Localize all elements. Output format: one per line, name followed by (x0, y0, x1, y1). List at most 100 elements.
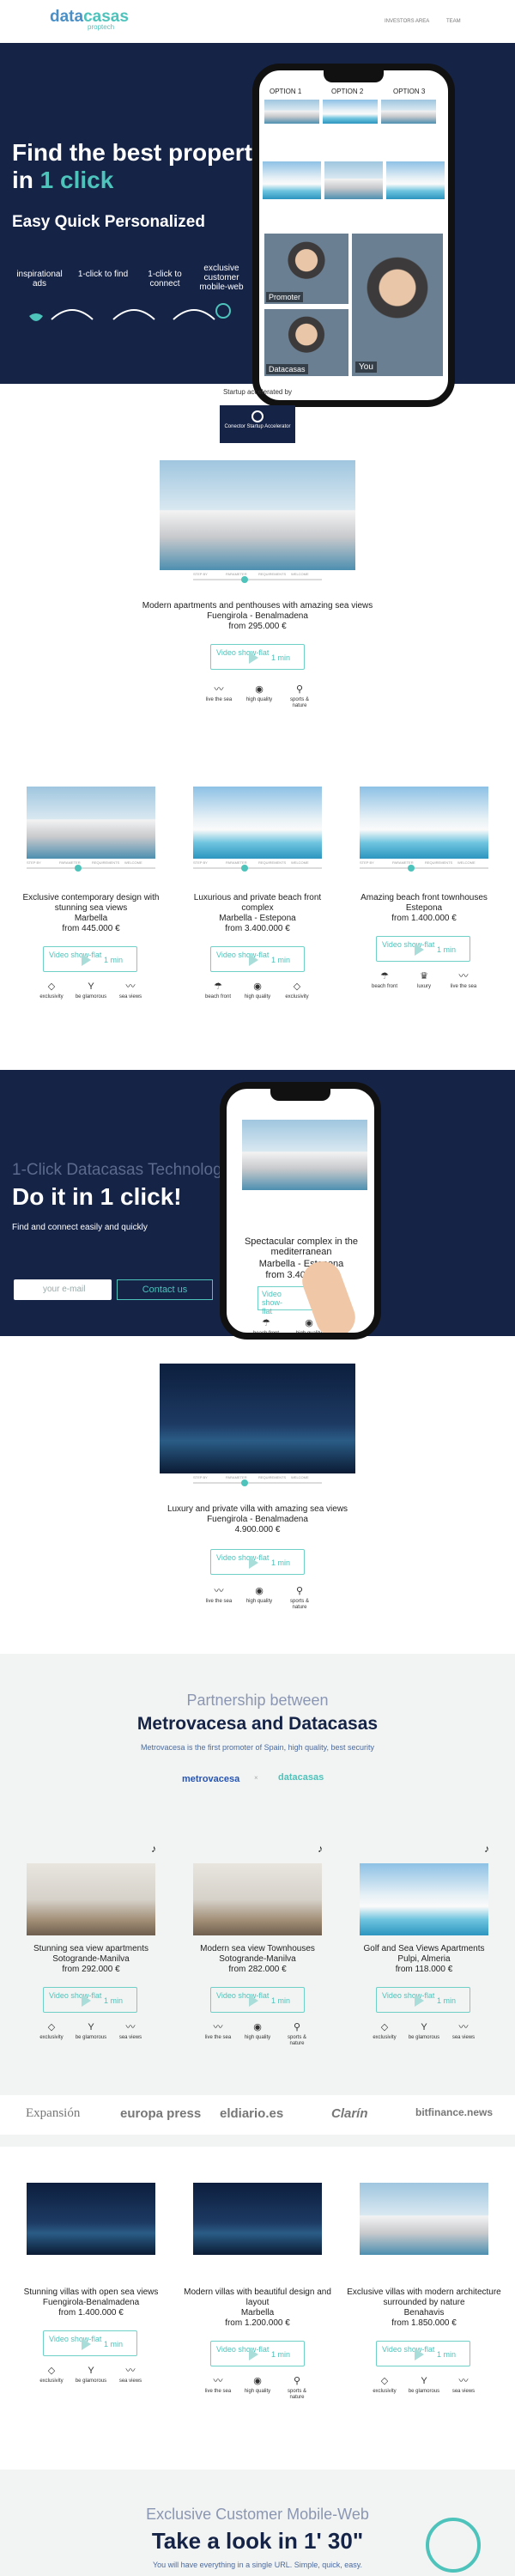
feature2-image[interactable] (160, 1364, 355, 1473)
phone-thumb[interactable] (323, 100, 378, 124)
site-header: datacasas proptech INVESTORS AREA TEAM (0, 0, 515, 43)
quality-icon: ◉ (253, 2376, 262, 2386)
phone-thumb[interactable] (264, 100, 319, 124)
video-duration: 1 min (437, 2350, 457, 2359)
row3-card2-video-button[interactable]: Video show-flat 1 min (210, 2341, 305, 2366)
row3-card3-image[interactable] (360, 2183, 488, 2255)
video-button-label: Video show-flat (49, 1991, 102, 2000)
quality-icon: ◉ (305, 1318, 313, 1328)
arrow-icon (173, 309, 215, 320)
row1-card2-location: Marbella - Estepona (219, 914, 296, 923)
row2-card1-video-button[interactable]: Video show-flat 1 min (43, 1987, 137, 2013)
row3-card2-location: Marbella (240, 2308, 275, 2318)
row1-card1-feature: Ybe glamorous (75, 981, 107, 999)
row3-card1-location: Fuengirola-Benalmadena (42, 2298, 140, 2307)
datacasas-partner-logo[interactable]: datacasas (278, 1772, 324, 1783)
row3-card1-title: Stunning villas with open sea views (23, 2287, 159, 2297)
row1-card3-location: Estepona (405, 903, 443, 913)
phone-thumb[interactable] (263, 161, 321, 199)
steps-bar-label: STEP BY (193, 1475, 208, 1479)
row1-card2-video-button[interactable]: Video show-flat 1 min (210, 946, 305, 972)
video-button-label: Video show-flat (382, 940, 435, 949)
accelerator-badge[interactable]: Conector Startup Accelerator (220, 405, 295, 443)
contact-us-button[interactable]: Contact us (117, 1279, 213, 1300)
partnership-desc: Metrovacesa is the first promoter of Spa… (141, 1743, 374, 1752)
oneclick-desc: Find and connect easily and quickly (12, 1223, 148, 1232)
bike-icon: ⚲ (293, 2376, 301, 2386)
row2-card2-image[interactable] (193, 1863, 322, 1935)
row2-card3-video-button[interactable]: Video show-flat 1 min (376, 1987, 470, 2013)
steps-bar-label: WELCOME (291, 860, 309, 865)
phone-property-title: Spectacular complex in the mediterranean (244, 1236, 359, 1257)
row1-card2-feature: ☂ beach front (204, 981, 232, 999)
press-eldiario-logo[interactable]: eldiario.es (220, 2106, 283, 2121)
press-bitfinance-logo[interactable]: bitfinance.news (415, 2106, 493, 2118)
row2-card3-image[interactable] (360, 1863, 488, 1935)
glass-icon: Y (88, 2022, 94, 2032)
phone-thumb[interactable] (324, 161, 383, 199)
phone-thumb[interactable] (386, 161, 445, 199)
video-call-promoter: Promoter (264, 234, 348, 304)
datacasas-logo[interactable]: datacasas proptech (50, 8, 129, 31)
row1-card1-video-button[interactable]: Video show-flat 1 min (43, 946, 137, 972)
video-button-label: Video show-flat (216, 2345, 270, 2354)
umbrella-icon: ☂ (262, 1318, 270, 1328)
phone-option-1[interactable]: OPTION 1 (270, 88, 301, 95)
press-europapress-logo[interactable]: europa press (120, 2106, 201, 2121)
video-duration: 1 min (271, 1996, 291, 2005)
video-duration: 1 min (437, 945, 457, 954)
email-input[interactable]: your e-mail (14, 1279, 112, 1300)
row3-card1-image[interactable] (27, 2183, 155, 2255)
steps-bar-label: STEP BY (27, 860, 41, 865)
row3-card1-video-button[interactable]: Video show-flat 1 min (43, 2330, 137, 2356)
video-button-label: Video show-flat (216, 1553, 270, 1562)
row1-card3-video-button[interactable]: Video show-flat 1 min (376, 936, 470, 962)
phone-option-3[interactable]: OPTION 3 (393, 88, 425, 95)
row1-card2-image[interactable] (193, 787, 322, 859)
row2-card2-video-button[interactable]: Video show-flat 1 min (210, 1987, 305, 2013)
steps-bar-label: REQUIREMENTS (425, 860, 453, 865)
phone-property-image[interactable] (242, 1120, 367, 1190)
row2-card2-title: Modern sea view Townhouses (200, 1944, 315, 1953)
row2-card1-image[interactable] (27, 1863, 155, 1935)
oneclick-phone-mockup: Spectacular complex in the mediterranean… (220, 1082, 381, 1340)
accelerator-badge-text: Conector Startup Accelerator (224, 424, 291, 429)
accelerator-text: Startup accelerated by (222, 388, 293, 396)
press-clarin-logo[interactable]: Clarín (331, 2106, 368, 2121)
row3-card3-video-button[interactable]: Video show-flat 1 min (376, 2341, 470, 2366)
row3-card3-feature: ◇ exclusivity (373, 2376, 397, 2394)
phone-thumb[interactable] (381, 100, 436, 124)
feature1-video-button[interactable]: Video show-flat 1 min (210, 644, 305, 670)
feature1-feature-3: ⚲ sports & nature (282, 683, 317, 709)
quality-icon: ◉ (255, 684, 264, 695)
lightbulb-icon (426, 2518, 481, 2573)
tiktok-icon[interactable]: ♪ (318, 1843, 323, 1855)
nav-team-link[interactable]: TEAM (446, 19, 461, 24)
diamond-icon: ◇ (47, 2022, 56, 2032)
tiktok-icon[interactable]: ♪ (484, 1843, 489, 1855)
video-duration: 1 min (104, 956, 124, 964)
mobile-web-section: Exclusive Customer Mobile-Web Take a loo… (0, 2470, 515, 2576)
phone-option-2[interactable]: OPTION 2 (331, 88, 363, 95)
hero-steps-arrows (29, 303, 231, 321)
wave-icon: 〰 (458, 2376, 469, 2386)
video-label-promoter: Promoter (266, 292, 304, 302)
feature1-steps-bar: STEP BY PARAMETER REQUIREMENTS WELCOME (193, 572, 322, 583)
press-expansion-logo[interactable]: Expansión (26, 2106, 80, 2121)
metrovacesa-logo[interactable]: metrovacesa (182, 1774, 239, 1784)
nav-investors-link[interactable]: INVESTORS AREA (385, 19, 429, 24)
row1-card1-feature: 〰 sea views (118, 981, 142, 999)
row3-card2-image[interactable] (193, 2183, 322, 2255)
video-call-datacasas: Datacasas (264, 309, 348, 376)
glass-icon: Y (88, 981, 94, 992)
feature1-image[interactable] (160, 460, 355, 570)
row1-card3-feature: ♛ luxury (416, 971, 431, 989)
row1-card1-image[interactable] (27, 787, 155, 859)
row1-card3-image[interactable] (360, 787, 488, 859)
feature2-video-button[interactable]: Video show-flat 1 min (210, 1549, 305, 1575)
surf-icon: 〰 (213, 2022, 223, 2032)
tiktok-icon[interactable]: ♪ (151, 1843, 156, 1855)
steps-bar-label: PARAMETER (226, 1475, 247, 1479)
quality-icon: ◉ (253, 2022, 262, 2032)
bike-icon: ⚲ (295, 1586, 304, 1596)
